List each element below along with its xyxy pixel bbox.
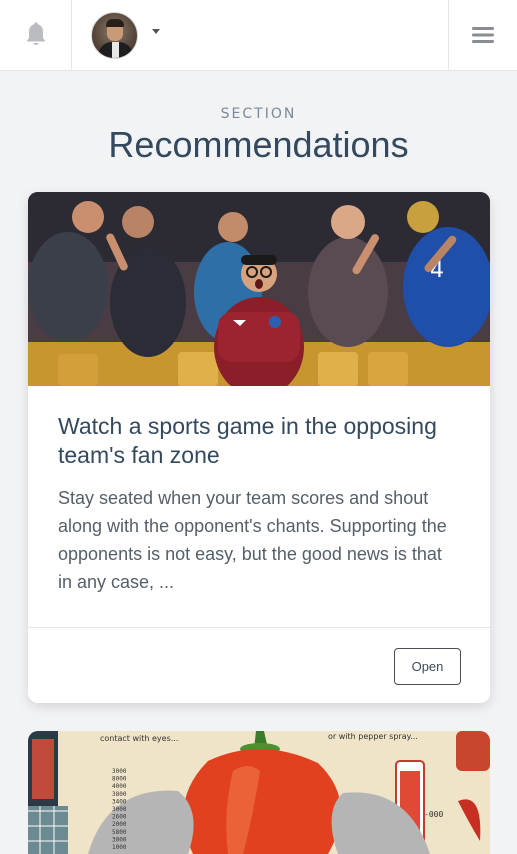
recommendation-card-2: contact with eyes... or with pepper spra… [28,731,490,854]
menu-button[interactable] [448,0,517,70]
card-description: Stay seated when your team scores and sh… [58,488,447,592]
scale-value: 1000 [112,844,127,851]
card-title: Watch a sports game in the opposing team… [58,413,437,468]
scale-marker: -000 [424,810,443,819]
card-body: Watch a sports game in the opposing team… [28,386,490,596]
section-eyebrow: SECTION [220,106,297,122]
page-title: Recommendations [108,124,409,165]
scale-value: 3800 [112,791,127,798]
scale-value: 5800 [112,829,127,836]
card-image-fans: 4 [28,192,490,386]
chili-pepper-illustration: contact with eyes... or with pepper spra… [28,731,490,854]
top-navbar [0,0,517,71]
bell-icon [26,22,45,45]
user-profile-dropdown[interactable] [72,0,448,70]
scale-value: 4000 [112,783,127,790]
image-caption-left: contact with eyes... [100,734,178,743]
card-footer: Open [28,627,490,703]
avatar[interactable] [91,11,138,59]
caret-down-icon[interactable] [152,28,160,34]
scale-value: 2600 [112,814,127,821]
scale-value: 2000 [112,821,127,828]
scale-value: 3400 [112,798,127,805]
hamburger-menu-icon [472,27,494,43]
scale-value: 3000 [112,836,127,843]
fans-stadium-illustration: 4 [28,192,490,386]
open-button[interactable]: Open [394,648,461,685]
notifications-button[interactable] [0,0,72,70]
scale-value: 3000 [112,806,127,813]
recommendation-card: 4 Watch a sports game in the opposing te… [28,192,490,703]
image-caption-right: or with pepper spray... [328,732,418,741]
scale-value: 3000 [112,768,127,775]
scale-values: 3000800040003800340030002600200058003000… [112,768,127,851]
scale-value: 8000 [112,776,127,783]
